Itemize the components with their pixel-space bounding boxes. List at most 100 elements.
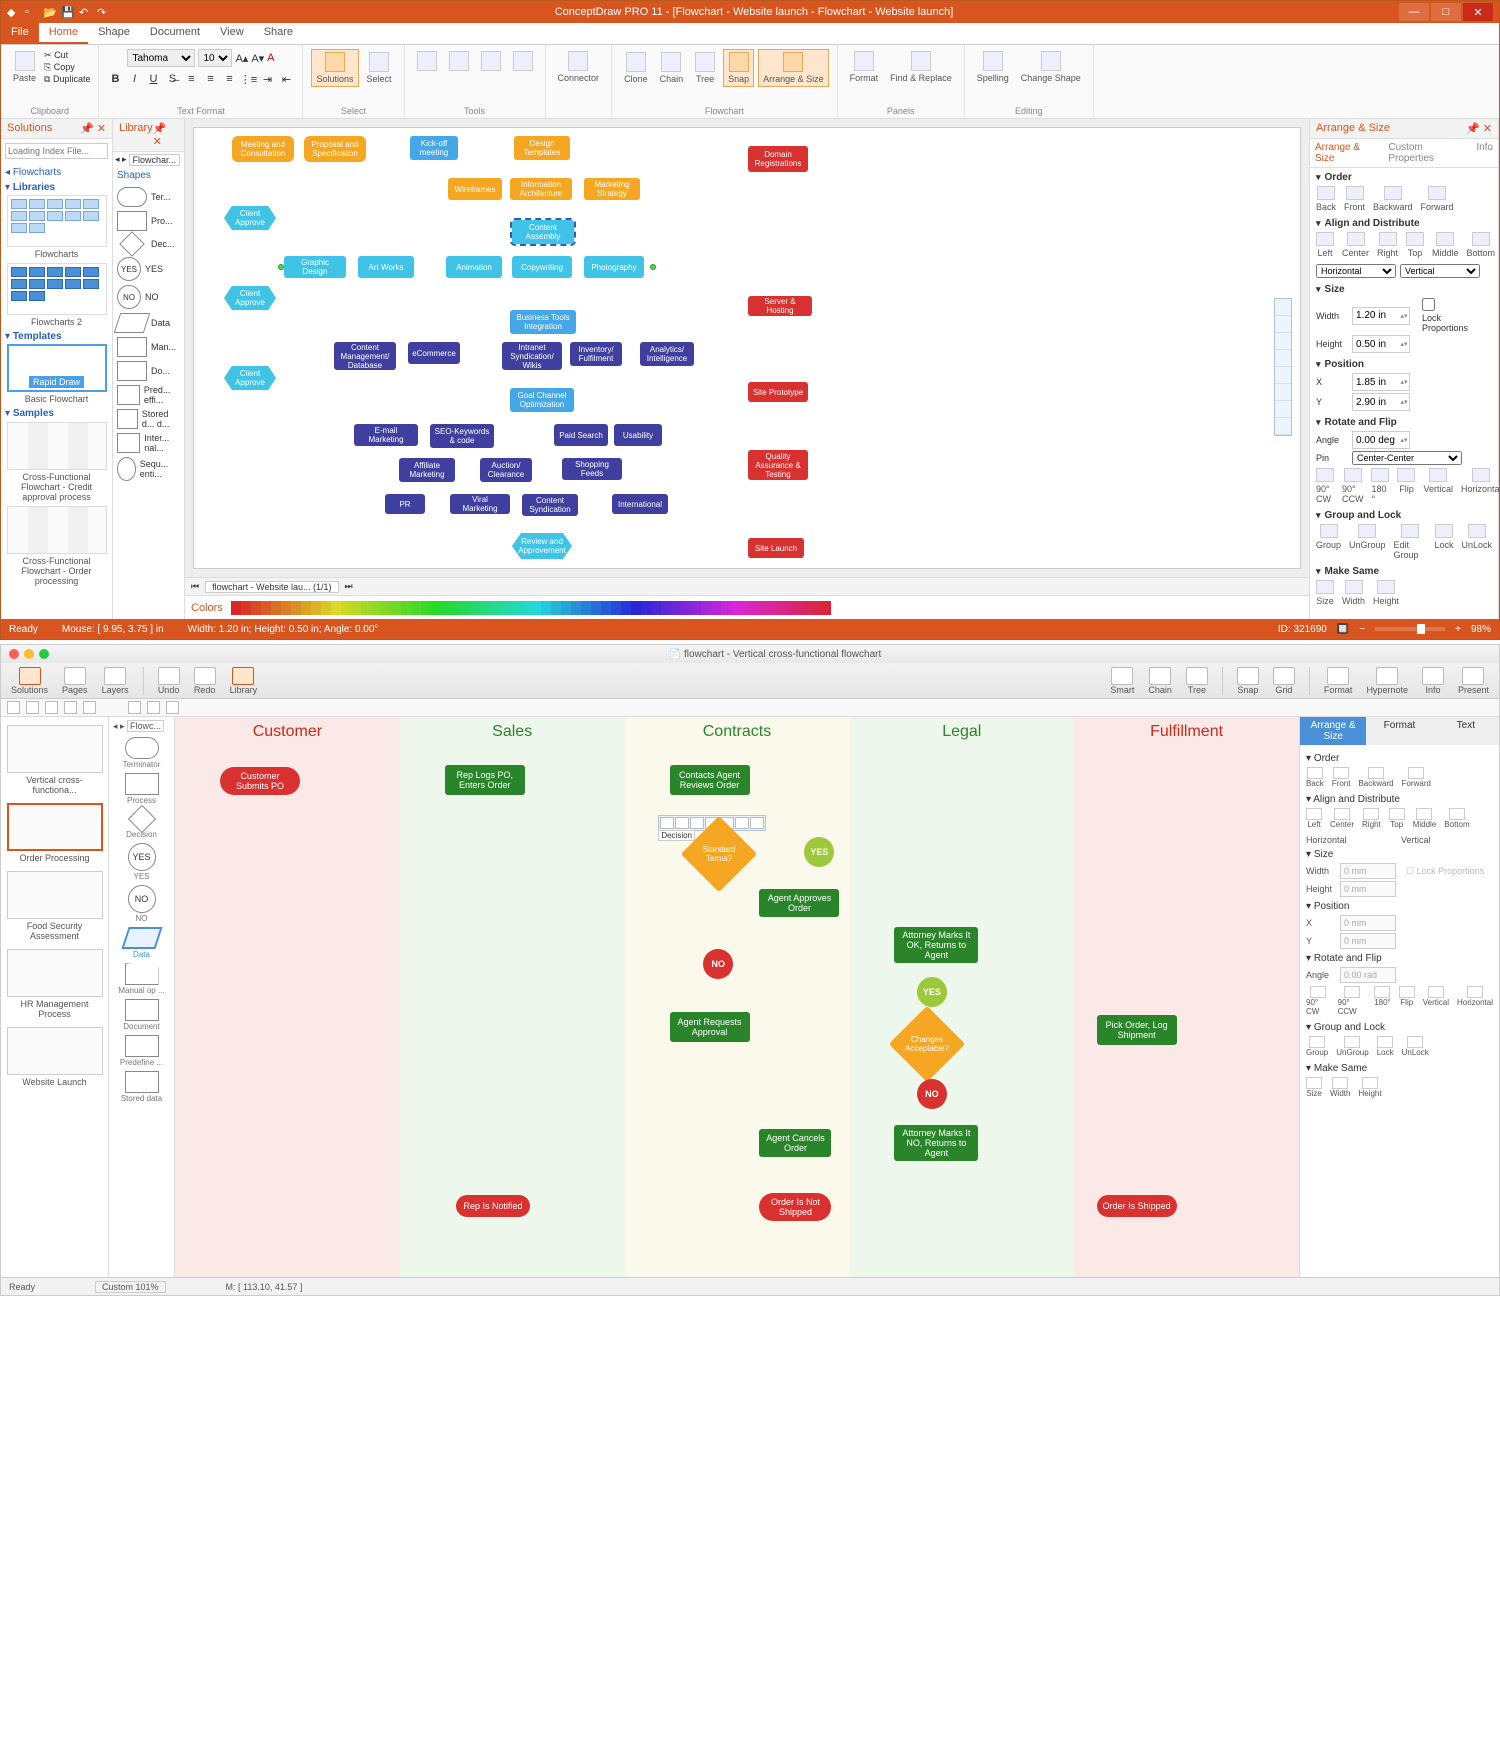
node-auction[interactable]: Auction/ Clearance [480, 458, 532, 482]
mnode-submit[interactable]: Customer Submits PO [220, 767, 300, 795]
node-analytics[interactable]: Analytics/ Intelligence [640, 342, 694, 366]
color-swatch[interactable] [541, 601, 551, 615]
color-swatch[interactable] [481, 601, 491, 615]
cfc-credit-thumb[interactable] [7, 422, 107, 470]
node-email[interactable]: E-mail Marketing [354, 424, 418, 446]
mnode-requests[interactable]: Agent Requests Approval [670, 1012, 750, 1042]
mac-same-width[interactable]: Width [1330, 1077, 1350, 1098]
color-swatch[interactable] [801, 601, 811, 615]
line-tool-icon[interactable] [83, 701, 96, 714]
mnode-shipped[interactable]: Order Is Shipped [1097, 1195, 1177, 1217]
quick-access-toolbar[interactable]: ◆ ▫ 📂 💾 ↶ ↷ [7, 6, 109, 18]
mac-chain-button[interactable]: Chain [1148, 667, 1172, 695]
rotate-cw-button[interactable]: 90° CW [1316, 468, 1334, 504]
node-photography[interactable]: Photography [584, 256, 644, 278]
rapid-draw-thumb[interactable]: Rapid Draw [7, 344, 107, 392]
mac-solutions-button[interactable]: Solutions [11, 667, 48, 695]
node-inventory[interactable]: Inventory/ Fulfilment [570, 342, 622, 366]
mac-lib-manual[interactable] [125, 963, 159, 985]
mac-lib-terminator[interactable] [125, 737, 159, 759]
color-swatch[interactable] [471, 601, 481, 615]
color-swatch[interactable] [251, 601, 261, 615]
mac-ungroup[interactable]: UnGroup [1336, 1036, 1368, 1057]
node-proposal[interactable]: Proposal and Specification [304, 136, 366, 162]
lock-proportions-checkbox[interactable] [1422, 298, 1435, 311]
color-swatch[interactable] [411, 601, 421, 615]
color-swatch[interactable] [261, 601, 271, 615]
font-color-icon[interactable]: A [267, 52, 274, 64]
color-swatch[interactable] [421, 601, 431, 615]
solutions-thumb-flowcharts2[interactable] [7, 263, 107, 315]
color-swatch[interactable] [441, 601, 451, 615]
bullets-icon[interactable]: ⋮≡ [240, 71, 256, 87]
mac-flip-h[interactable]: Horizontal [1457, 986, 1493, 1016]
pin-icon[interactable]: 📌 ✕ [80, 122, 106, 135]
node-intranet[interactable]: Intranet Syndication/ Wikis [502, 342, 562, 370]
mac-format-button[interactable]: Format [1324, 667, 1353, 695]
mac-layers-button[interactable]: Layers [102, 667, 129, 695]
mac-thumb-food[interactable] [7, 871, 103, 919]
color-swatch[interactable] [331, 601, 341, 615]
color-swatch[interactable] [701, 601, 711, 615]
flip-button[interactable]: Flip [1397, 468, 1415, 504]
node-proto[interactable]: Site Prototype [748, 382, 808, 402]
node-content-assembly[interactable]: Content Assembly [512, 220, 574, 244]
color-swatch[interactable] [571, 601, 581, 615]
arrange-size-button[interactable]: Arrange & Size [758, 49, 829, 87]
mnode-replog[interactable]: Rep Logs PO, Enters Order [445, 765, 525, 795]
shapes-section[interactable]: Shapes [113, 168, 184, 183]
mac-align-center[interactable]: Center [1330, 808, 1354, 829]
redo-icon[interactable]: ↷ [97, 6, 109, 18]
align-center-button[interactable]: Center [1342, 232, 1369, 258]
mnode-repnotif[interactable]: Rep Is Notified [456, 1195, 530, 1217]
lib-no[interactable]: NONO [115, 283, 182, 311]
mac-info-button[interactable]: Info [1422, 667, 1444, 695]
color-swatch[interactable] [671, 601, 681, 615]
order-back-button[interactable]: Back [1316, 186, 1336, 212]
chain-button[interactable]: Chain [656, 50, 688, 86]
undo-icon[interactable]: ↶ [79, 6, 91, 18]
same-size-button[interactable]: Size [1316, 580, 1334, 606]
color-swatch[interactable] [611, 601, 621, 615]
tab-document[interactable]: Document [140, 23, 210, 44]
color-swatch[interactable] [741, 601, 751, 615]
mac-thumb-order[interactable] [7, 803, 103, 851]
spelling-button[interactable]: Spelling [973, 49, 1013, 85]
mac-snap-button[interactable]: Snap [1237, 667, 1259, 695]
connection-point-icon[interactable] [650, 264, 656, 270]
node-design[interactable]: Design Templates [514, 136, 570, 160]
align-center-icon[interactable]: ≡ [202, 71, 218, 87]
cut-button[interactable]: ✂ Cut [44, 50, 90, 61]
mac-same-height[interactable]: Height [1358, 1077, 1381, 1098]
pin-icon[interactable]: 📌 ✕ [1466, 122, 1492, 135]
tab-shape[interactable]: Shape [88, 23, 140, 44]
color-swatch[interactable] [511, 601, 521, 615]
pen-tool-icon[interactable] [128, 701, 141, 714]
rect-tool-icon[interactable] [26, 701, 39, 714]
align-right-button[interactable]: Right [1377, 232, 1398, 258]
node-infoarch[interactable]: Information Architecture [510, 178, 572, 200]
node-graphic[interactable]: Graphic Design [284, 256, 346, 278]
ungroup-button[interactable]: UnGroup [1349, 524, 1386, 560]
mac-close-button[interactable] [9, 649, 19, 659]
format-panel-button[interactable]: Format [846, 49, 883, 85]
cfc-order-thumb[interactable] [7, 506, 107, 554]
connection-point-icon[interactable] [278, 264, 284, 270]
zoom-slider[interactable] [1375, 627, 1445, 631]
lib-decision[interactable]: Dec... [115, 233, 182, 255]
color-swatch[interactable] [341, 601, 351, 615]
text-tool-icon[interactable] [445, 49, 473, 73]
color-swatch[interactable] [811, 601, 821, 615]
solutions-tree-templates[interactable]: ▾ Templates [5, 331, 108, 342]
mnode-yes2[interactable]: YES [917, 977, 947, 1007]
height-input[interactable]: ▴▾ [1352, 335, 1410, 353]
mac-rot-ccw[interactable]: 90° CCW [1338, 986, 1367, 1016]
paste-button[interactable]: Paste [9, 49, 40, 85]
indent-icon[interactable]: ⇥ [259, 71, 275, 87]
mac-height-input[interactable]: 0 mm [1340, 881, 1396, 897]
mac-order-backward[interactable]: Backward [1358, 767, 1393, 788]
same-width-button[interactable]: Width [1342, 580, 1365, 606]
canvas-mini-toolbar[interactable] [1274, 298, 1292, 436]
outdent-icon[interactable]: ⇤ [278, 71, 294, 87]
color-swatch[interactable] [451, 601, 461, 615]
